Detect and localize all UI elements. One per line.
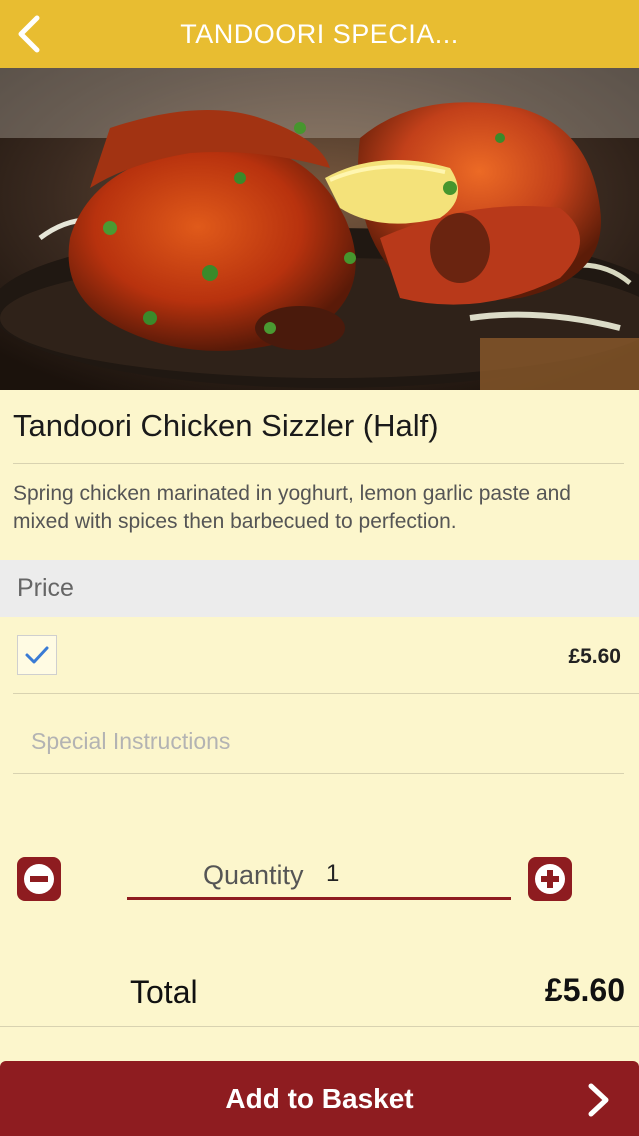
decrease-quantity-button[interactable] [17,857,61,901]
total-value: £5.60 [544,972,625,1008]
page-title: TANDOORI SPECIA... [180,18,459,49]
price-section-label: Price [17,574,74,602]
minus-icon [24,864,54,894]
quantity-value: 1 [326,860,340,887]
price-option-checkbox[interactable] [17,635,57,675]
special-instructions-field[interactable]: Special Instructions [31,728,230,755]
app-screen: TANDOORI SPECIA... Tandoori Chicken Sizz… [0,0,639,1136]
dish-description: Spring chicken marinated in yoghurt, lem… [13,482,571,533]
price-section-header: Price [0,560,639,617]
divider [13,773,624,774]
total-label: Total [130,974,198,1010]
divider [13,463,624,464]
chevron-right-icon [588,1083,609,1117]
dish-photo [0,68,639,390]
quantity-field[interactable]: Quantity 1 [127,852,511,900]
add-to-basket-label: Add to Basket [225,1082,414,1114]
increase-quantity-button[interactable] [528,857,572,901]
dish-name: Tandoori Chicken Sizzler (Half) [13,408,439,443]
checkmark-icon [25,646,49,664]
plus-icon [535,864,565,894]
divider [13,693,639,694]
price-option-value: £5.60 [568,645,621,668]
navigation-bar: TANDOORI SPECIA... [0,0,639,68]
add-to-basket-button[interactable]: Add to Basket [0,1061,639,1136]
chevron-left-icon [18,15,40,53]
quantity-label: Quantity [203,860,304,890]
back-button[interactable] [10,12,46,56]
divider [0,1026,639,1027]
